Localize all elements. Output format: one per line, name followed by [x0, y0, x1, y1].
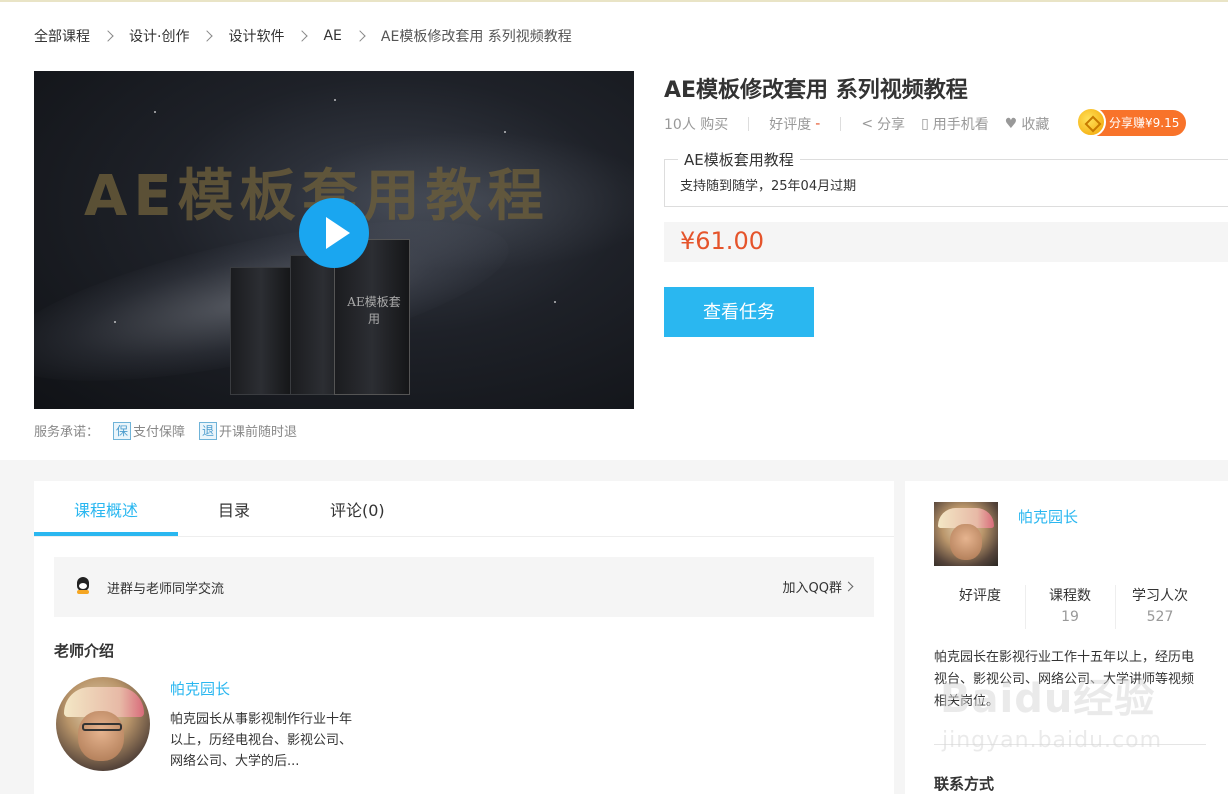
teacher-bio: 帕克园长从事影视制作行业十年以上，历经电视台、影视公司、网络公司、大学的后...	[170, 712, 353, 769]
price: ¥61.00	[680, 227, 764, 255]
phone-icon: ▯	[921, 116, 929, 132]
service-label: 服务承诺：	[34, 425, 100, 440]
share-label: 分享	[877, 117, 906, 133]
tab-comments[interactable]: 评论(0)	[330, 497, 385, 521]
buyers-count: 10人 购买	[664, 117, 729, 133]
qq-group-text: 进群与老师同学交流	[107, 582, 225, 597]
chevron-right-icon	[102, 30, 114, 42]
qq-icon	[76, 577, 90, 595]
qq-icon-feet	[77, 590, 89, 594]
video-star	[554, 301, 556, 303]
sidebar-avatar[interactable]	[934, 502, 998, 566]
video-player[interactable]: AE模板套用教程 AE模板套用	[34, 71, 634, 409]
tab-bar: 课程概述 目录 评论(0)	[34, 481, 894, 537]
plan-label: AE模板套用教程	[678, 149, 800, 170]
share-icon: <	[861, 116, 874, 132]
tab-catalog[interactable]: 目录	[218, 497, 250, 521]
shield-icon: 保	[113, 421, 132, 440]
rating-value: -	[815, 116, 821, 132]
video-star	[114, 321, 116, 323]
mobile-view-link[interactable]: ▯ 用手机看	[921, 114, 989, 134]
service-item-refund: 退 开课前随时退	[199, 421, 297, 440]
divider	[934, 744, 1206, 745]
avatar-face	[950, 524, 982, 560]
avatar-glasses	[82, 723, 122, 731]
course-meta: 10人 购买 好评度 - < 分享 ▯ 用手机看 ♥ 收藏	[664, 114, 1065, 134]
video-star	[154, 111, 156, 113]
avatar-face	[78, 711, 124, 761]
sidebar-teacher-bio: 帕克园长在影视行业工作十五年以上，经历电视台、影视公司、网络公司、大学讲师等视频…	[934, 650, 1195, 709]
video-book	[230, 267, 292, 395]
video-star	[504, 131, 506, 133]
divider	[840, 117, 842, 131]
teacher-sidebar: 帕克园长 好评度 课程数 19 学习人次 527 帕克园长在影视行业工作十五年以…	[905, 481, 1228, 794]
course-title: AE模板修改套用 系列视频教程	[664, 78, 968, 103]
sidebar-teacher-name[interactable]: 帕克园长	[1018, 506, 1078, 527]
video-book-title: AE模板套用	[347, 295, 401, 326]
favorite-label: 收藏	[1021, 117, 1050, 133]
video-star	[334, 99, 336, 101]
favorite-link[interactable]: ♥ 收藏	[1005, 114, 1050, 134]
teacher-avatar[interactable]	[56, 677, 150, 771]
stat-value: 19	[1061, 609, 1079, 625]
stat-label: 学习人次	[1132, 588, 1188, 604]
divider	[748, 117, 750, 131]
breadcrumb-all-courses[interactable]: 全部课程	[34, 26, 90, 46]
stat-label: 好评度	[959, 588, 1001, 604]
mobile-label: 用手机看	[932, 117, 989, 133]
play-icon	[326, 217, 350, 249]
breadcrumb-design-software[interactable]: 设计软件	[228, 26, 284, 46]
rating-label: 好评度	[769, 117, 812, 133]
share-earn-button[interactable]: 分享赚¥9.15	[1076, 107, 1186, 137]
share-link[interactable]: < 分享	[861, 114, 905, 134]
stat-label: 课程数	[1049, 588, 1091, 604]
breadcrumb-ae[interactable]: AE	[323, 28, 341, 44]
breadcrumb-design[interactable]: 设计·创作	[129, 26, 189, 46]
qq-group-bar: 进群与老师同学交流 加入QQ群	[54, 557, 874, 617]
join-qq-group-link[interactable]: 加入QQ群	[783, 577, 842, 596]
service-promise: 服务承诺： 保 支付保障 退 开课前随时退	[34, 421, 297, 440]
stat-learners: 学习人次 527	[1115, 585, 1205, 629]
service-item-label: 开课前随时退	[219, 425, 298, 440]
chevron-right-icon	[296, 30, 309, 42]
breadcrumb: 全部课程 设计·创作 设计软件 AE AE模板修改套用 系列视频教程	[34, 26, 572, 46]
teacher-section-title: 老师介绍	[54, 642, 115, 660]
breadcrumb-current: AE模板修改套用 系列视频教程	[380, 29, 572, 45]
stat-value: 527	[1146, 609, 1174, 625]
teacher-stats: 好评度 课程数 19 学习人次 527	[935, 585, 1205, 629]
chevron-right-icon	[843, 581, 854, 592]
view-tasks-button[interactable]: 查看任务	[664, 287, 814, 337]
chevron-right-icon	[354, 30, 366, 42]
play-button[interactable]	[299, 198, 369, 268]
coin-icon	[1076, 107, 1106, 137]
service-item-payment: 保 支付保障	[113, 421, 185, 440]
stat-rating: 好评度	[935, 585, 1025, 629]
stat-course-count: 课程数 19	[1025, 585, 1115, 629]
refund-icon: 退	[199, 421, 218, 440]
chevron-right-icon	[201, 30, 214, 42]
teacher-name-link[interactable]: 帕克园长	[170, 678, 230, 699]
contact-title: 联系方式	[934, 775, 995, 793]
course-overview-card: 课程概述 目录 评论(0) 进群与老师同学交流 加入QQ群 老师介绍 帕克园长 …	[34, 481, 894, 794]
qq-icon-belly	[79, 583, 87, 589]
service-item-label: 支付保障	[133, 425, 186, 440]
share-earn-label: 分享赚¥9.15	[1109, 116, 1180, 130]
heart-icon: ♥	[1004, 116, 1018, 132]
tab-underline	[34, 532, 178, 536]
plan-desc: 支持随到随学，25年04月过期	[680, 179, 857, 194]
tab-overview[interactable]: 课程概述	[74, 497, 138, 521]
